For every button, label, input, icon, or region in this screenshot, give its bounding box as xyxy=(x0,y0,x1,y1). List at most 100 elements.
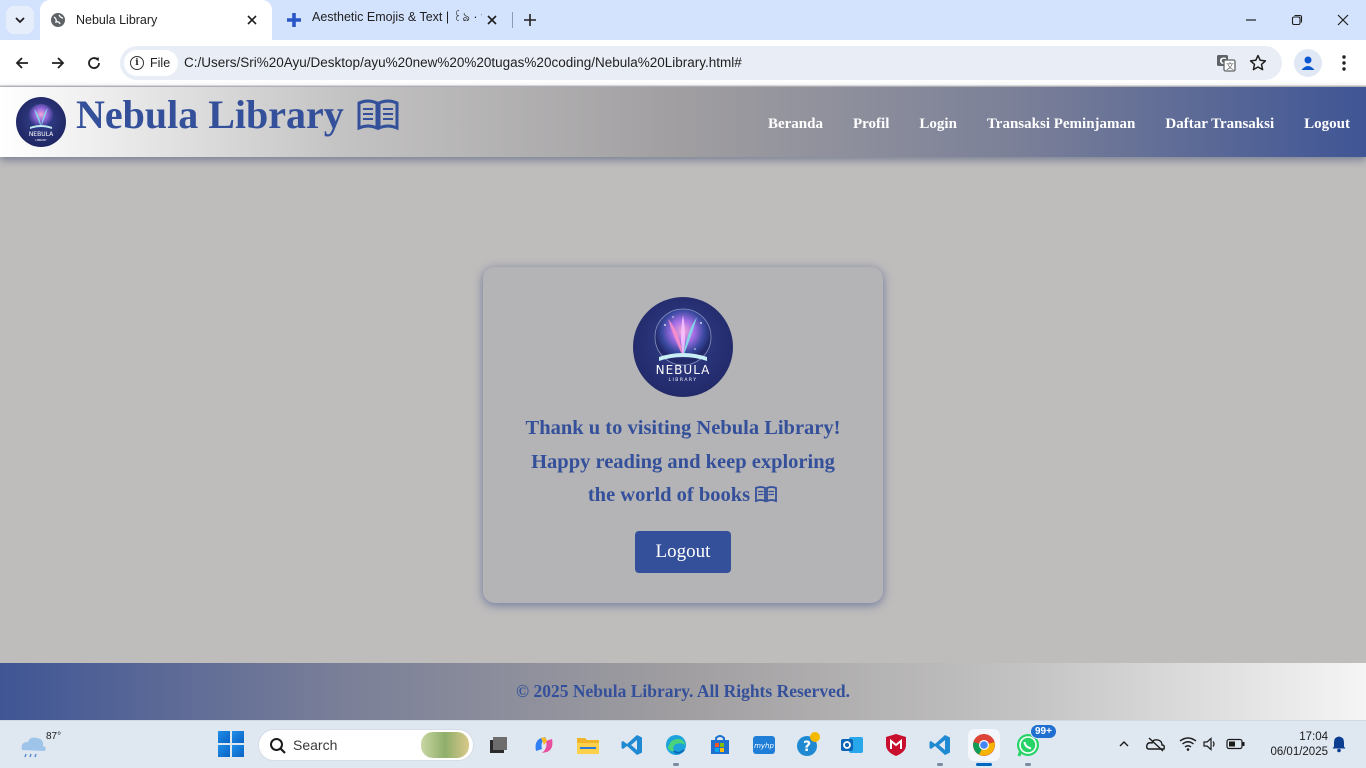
task-view-icon xyxy=(490,737,507,753)
open-book-icon xyxy=(754,481,778,515)
site-footer: © 2025 Nebula Library. All Rights Reserv… xyxy=(0,663,1366,720)
running-indicator xyxy=(1025,763,1031,766)
copilot-app[interactable] xyxy=(528,729,560,761)
close-icon xyxy=(1337,14,1349,26)
copyright-text: © 2025 Nebula Library. All Rights Reserv… xyxy=(516,681,850,701)
notification-badge: 99+ xyxy=(1030,724,1057,739)
profile-button[interactable] xyxy=(1294,49,1322,77)
outlook-app[interactable] xyxy=(836,729,868,761)
reload-icon xyxy=(88,57,100,69)
chevron-down-icon xyxy=(15,17,25,24)
search-placeholder: Search xyxy=(293,737,338,753)
active-indicator xyxy=(976,763,992,766)
restore-button[interactable] xyxy=(1282,6,1312,34)
windows-taskbar: 87° Search myhp ? 99+ 17:04 06/01/2025 xyxy=(0,720,1366,768)
vscode-app-2[interactable] xyxy=(924,729,956,766)
close-window-button[interactable] xyxy=(1328,6,1358,34)
logout-button[interactable]: Logout xyxy=(635,531,731,573)
outlook-icon xyxy=(841,737,863,753)
tab-search-button[interactable] xyxy=(6,6,34,34)
chrome-app[interactable] xyxy=(968,729,1000,766)
help-icon: ? xyxy=(797,732,820,756)
chevron-up-icon xyxy=(1119,741,1129,747)
plus-favicon-icon xyxy=(286,12,302,28)
svg-text:LIBRARY: LIBRARY xyxy=(35,138,47,142)
edge-app[interactable] xyxy=(660,729,692,766)
show-hidden-icons-button[interactable] xyxy=(1113,733,1135,755)
site-logo[interactable]: NEBULA LIBRARY xyxy=(16,97,66,147)
person-icon xyxy=(1301,56,1315,70)
browser-toolbar: i File C:/Users/Sri%20Ayu/Desktop/ayu%20… xyxy=(0,40,1366,86)
vscode-icon xyxy=(621,735,642,755)
arrow-left-icon xyxy=(15,57,28,69)
nav-daftar-transaksi[interactable]: Daftar Transaksi xyxy=(1165,116,1274,133)
close-icon[interactable] xyxy=(242,10,262,30)
wifi-icon[interactable] xyxy=(1177,733,1199,755)
nav-logout[interactable]: Logout xyxy=(1304,116,1350,133)
more-vertical-icon xyxy=(1342,55,1346,71)
restore-icon xyxy=(1291,14,1303,26)
weather-widget[interactable]: 87° xyxy=(16,728,61,762)
tab-separator xyxy=(512,12,513,28)
system-clock[interactable]: 17:04 06/01/2025 xyxy=(1256,730,1328,760)
farewell-line-3-text: the world of books xyxy=(587,484,751,506)
back-button[interactable] xyxy=(8,49,36,77)
new-tab-button[interactable] xyxy=(518,8,542,32)
close-icon[interactable] xyxy=(482,10,502,30)
vscode-icon xyxy=(929,735,950,755)
plus-icon xyxy=(524,14,536,26)
nav-profil[interactable]: Profil xyxy=(853,116,889,133)
svg-text:myhp: myhp xyxy=(754,742,774,750)
minimize-icon xyxy=(1246,19,1256,21)
search-icon xyxy=(270,738,286,754)
site-title: Nebula Library xyxy=(76,91,400,138)
url-text[interactable]: C:/Users/Sri%20Ayu/Desktop/ayu%20new%20%… xyxy=(184,46,742,80)
svg-text:?: ? xyxy=(803,739,811,755)
tab-nebula-library[interactable]: Nebula Library xyxy=(40,0,272,40)
nav-login[interactable]: Login xyxy=(919,116,957,133)
address-bar[interactable]: i File C:/Users/Sri%20Ayu/Desktop/ayu%20… xyxy=(120,46,1282,80)
reload-button[interactable] xyxy=(80,49,108,77)
clock-date: 06/01/2025 xyxy=(1270,746,1328,758)
myhp-app[interactable]: myhp xyxy=(748,729,780,761)
browser-tab-bar: Nebula Library Aesthetic Emojis & Text |… xyxy=(0,0,1366,40)
site-header: NEBULA LIBRARY Nebula Library Beranda Pr… xyxy=(0,87,1366,157)
running-indicator xyxy=(937,763,943,766)
onedrive-offline-icon[interactable] xyxy=(1145,733,1167,755)
card-logo: NEBULA LIBRARY xyxy=(633,297,733,397)
browser-menu-button[interactable] xyxy=(1330,49,1358,77)
scheme-label: File xyxy=(150,56,171,70)
copilot-icon xyxy=(535,737,553,753)
bookmark-star-icon[interactable] xyxy=(1246,51,1270,75)
open-book-icon xyxy=(356,98,400,132)
file-explorer-app[interactable] xyxy=(572,729,604,761)
notification-bell-icon[interactable] xyxy=(1328,733,1350,755)
svg-text:NEBULA: NEBULA xyxy=(656,363,711,377)
taskbar-search[interactable]: Search xyxy=(258,729,474,761)
battery-icon[interactable] xyxy=(1225,733,1247,755)
translate-icon[interactable]: G文 xyxy=(1214,51,1238,75)
site-info-chip[interactable]: i File xyxy=(124,50,179,76)
task-view-button[interactable] xyxy=(482,729,514,761)
windows-logo-icon xyxy=(218,731,230,743)
svg-text:NEBULA: NEBULA xyxy=(29,131,54,138)
farewell-line-3: the world of books xyxy=(503,479,863,515)
nav-beranda[interactable]: Beranda xyxy=(768,116,823,133)
svg-text:文: 文 xyxy=(1226,61,1234,71)
nebula-logo-icon: NEBULA LIBRARY xyxy=(28,104,54,142)
tab-aesthetic-emojis[interactable]: Aesthetic Emojis & Text | ꒰ঌ · ༉ xyxy=(276,0,512,40)
forward-button[interactable] xyxy=(44,49,72,77)
vscode-app-1[interactable] xyxy=(616,729,648,761)
mcafee-app[interactable] xyxy=(880,729,912,761)
store-icon xyxy=(711,735,729,754)
whatsapp-app[interactable]: 99+ xyxy=(1012,724,1057,766)
volume-icon[interactable] xyxy=(1199,733,1221,755)
clock-time: 17:04 xyxy=(1299,731,1328,743)
nav-transaksi-peminjaman[interactable]: Transaksi Peminjaman xyxy=(987,116,1135,133)
minimize-button[interactable] xyxy=(1236,6,1266,34)
get-help-app[interactable]: ? xyxy=(792,729,824,761)
start-button[interactable] xyxy=(218,731,244,757)
site-nav: Beranda Profil Login Transaksi Peminjama… xyxy=(738,87,1350,157)
microsoft-store-app[interactable] xyxy=(704,729,736,761)
site-title-text: Nebula Library xyxy=(76,92,344,137)
